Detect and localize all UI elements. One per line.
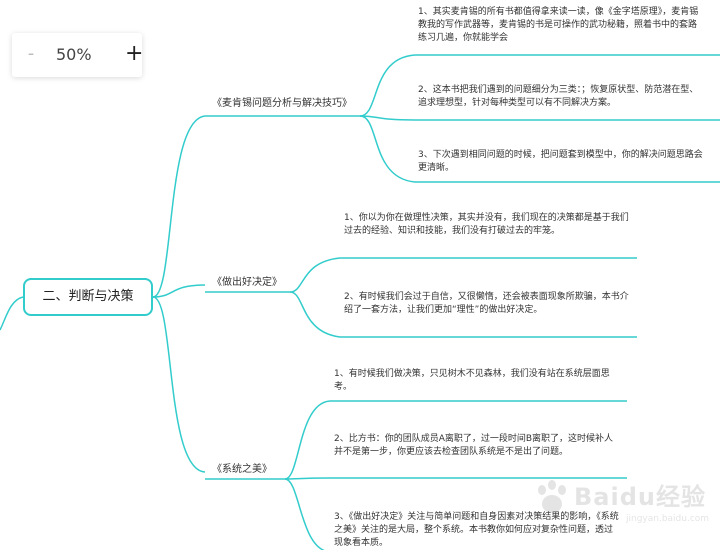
watermark-url: jingyan.baidu.com [626,514,710,524]
mindmap-connectors [0,54,720,550]
leaf-node[interactable]: 1、有时候我们做决策，只见树木不见森林，我们没有站在系统层面思考。 [334,368,619,394]
branch-node-thinking-in-systems[interactable]: 《系统之美》 [212,463,272,477]
leaf-node[interactable]: 2、有时候我们会过于自信，又很懒惰，还会被表面现象所欺骗，本书介绍了一套方法，让… [344,291,631,317]
zoom-control: - 50% + [12,33,143,77]
root-node[interactable]: 二、判断与决策 [23,278,153,316]
zoom-in-button[interactable]: + [125,42,143,66]
watermark-brand: Baidu经验 [574,483,706,511]
leaf-node[interactable]: 2、比方书：你的团队成员A离职了，过一段时间B离职了，这时候补人并不是第一步，你… [334,433,619,459]
baidu-watermark: Baidu经验 jingyan.baidu.com [530,470,710,530]
leaf-node[interactable]: 1、其实麦肯锡的所有书都值得拿来读一读，像《金字塔原理》，麦肯锡教我的写作武器等… [418,6,703,45]
zoom-level: 50% [56,45,92,64]
leaf-node[interactable]: 2、这本书把我们遇到的问题细分为三类：；恢复原状型、防范潜在型、追求理想型，针对… [418,84,703,110]
branch-node-mckinsey[interactable]: 《麦肯锡问题分析与解决技巧》 [212,97,352,111]
branch-node-good-decisions[interactable]: 《做出好决定》 [212,276,282,290]
paw-icon [538,480,566,513]
leaf-node[interactable]: 3、下次遇到相同问题的时候，把问题套到模型中，你的解决问题思路会更清晰。 [418,149,703,175]
zoom-out-button[interactable]: - [24,43,38,65]
leaf-node[interactable]: 1、你以为你在做理性决策，其实并没有，我们现在的决策都是基于我们过去的经验、知识… [344,212,631,238]
